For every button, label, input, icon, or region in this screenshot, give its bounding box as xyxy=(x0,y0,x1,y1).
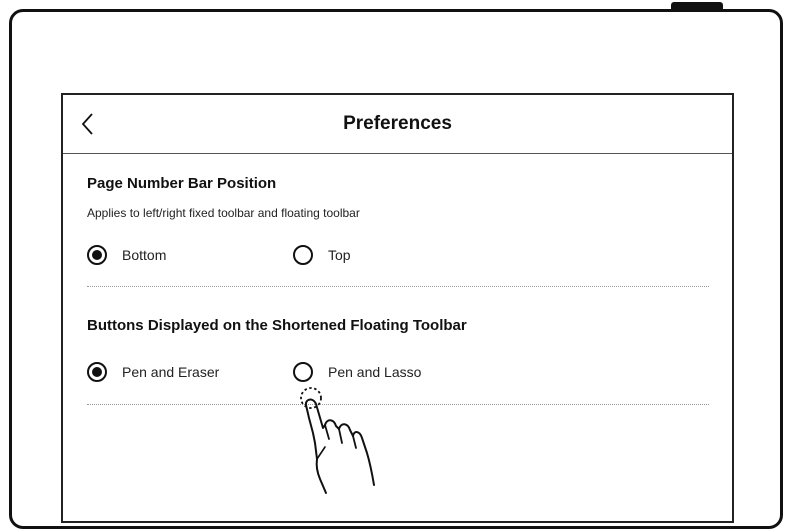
radio-option-bottom[interactable]: Bottom xyxy=(87,242,166,268)
radio-option-pen-and-eraser[interactable]: Pen and Eraser xyxy=(87,359,219,385)
divider xyxy=(87,286,709,287)
radio-button-selected[interactable] xyxy=(87,245,107,265)
divider xyxy=(87,404,709,405)
option-label: Bottom xyxy=(122,247,167,263)
preferences-dialog: Preferences Page Number Bar Position App… xyxy=(61,93,734,523)
dialog-header: Preferences xyxy=(63,95,732,154)
radio-button-selected[interactable] xyxy=(87,362,107,382)
radio-button[interactable] xyxy=(293,362,313,382)
option-label: Top xyxy=(328,247,351,263)
option-label: Pen and Lasso xyxy=(328,364,422,380)
device-power-button xyxy=(671,2,723,9)
radio-option-top[interactable]: Top xyxy=(293,242,351,268)
option-label: Pen and Eraser xyxy=(122,364,220,380)
page-title: Preferences xyxy=(343,113,452,134)
radio-button[interactable] xyxy=(293,245,313,265)
tap-hand-icon xyxy=(300,387,375,494)
section-description-page-number-bar: Applies to left/right fixed toolbar and … xyxy=(87,206,360,220)
section-title-page-number-bar: Page Number Bar Position xyxy=(87,175,277,192)
section-title-shortened-toolbar: Buttons Displayed on the Shortened Float… xyxy=(87,317,467,334)
